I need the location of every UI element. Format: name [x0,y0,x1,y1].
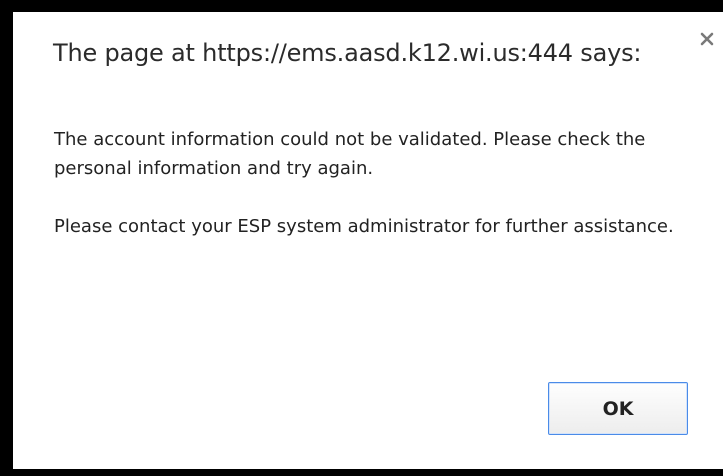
alert-dialog: The page at https://ems.aasd.k12.wi.us:4… [13,12,723,469]
ok-button[interactable]: OK [548,382,688,435]
message-paragraph: The account information could not be val… [54,129,646,179]
message-paragraph: Please contact your ESP system administr… [54,216,674,237]
window-frame: The page at https://ems.aasd.k12.wi.us:4… [0,0,723,476]
close-icon [700,32,714,46]
dialog-message: The account information could not be val… [54,125,674,241]
close-button[interactable] [695,27,719,51]
dialog-title: The page at https://ems.aasd.k12.wi.us:4… [53,39,642,67]
